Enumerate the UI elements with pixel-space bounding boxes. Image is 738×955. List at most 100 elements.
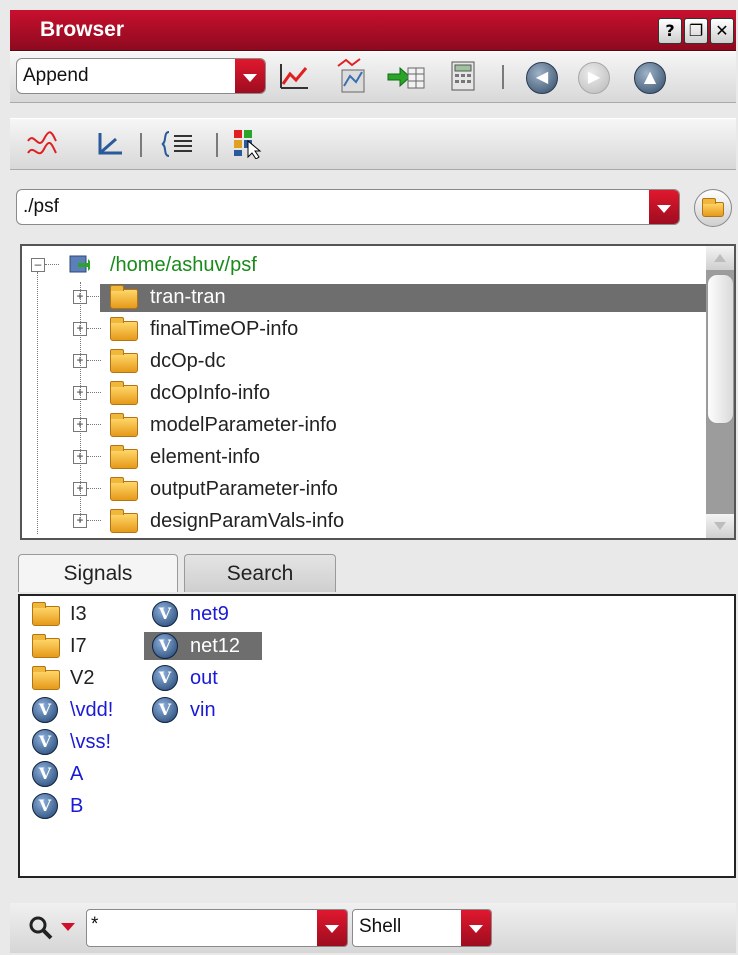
- folder-open-icon: [702, 198, 724, 217]
- axis-icon[interactable]: [94, 129, 124, 159]
- voltage-signal-icon: V: [32, 761, 58, 787]
- list-item[interactable]: V net12: [144, 632, 262, 660]
- chevron-down-icon[interactable]: [317, 910, 347, 946]
- list-item[interactable]: V out: [150, 664, 270, 692]
- arrow-left-icon: ◀: [535, 67, 549, 86]
- arrow-right-icon: ▶: [587, 67, 601, 86]
- signal-label: net12: [190, 635, 241, 657]
- select-grid-icon[interactable]: [232, 127, 266, 159]
- filter-type-dropdown[interactable]: Shell: [352, 909, 492, 947]
- signals-list[interactable]: I3 I7 V2 V \vdd! V \vss! V A V B V net9 …: [18, 594, 736, 878]
- database-icon: [69, 255, 90, 273]
- up-button[interactable]: ▲: [634, 62, 666, 94]
- main-toolbar: Append ◀ ▶ ▲: [10, 51, 736, 103]
- list-item[interactable]: V vin: [150, 696, 270, 724]
- list-item[interactable]: I3: [30, 600, 140, 628]
- signal-label: A: [70, 763, 84, 785]
- folder-icon: [110, 509, 138, 533]
- restore-button[interactable]: ❐: [684, 18, 708, 44]
- arrow-up-icon: ▲: [643, 67, 657, 86]
- folder-icon: [32, 666, 60, 690]
- signal-label: B: [70, 795, 84, 817]
- folder-icon: [110, 413, 138, 437]
- folder-icon: [110, 349, 138, 373]
- scroll-down-button[interactable]: [706, 514, 734, 538]
- list-item[interactable]: V net9: [150, 600, 270, 628]
- open-folder-button[interactable]: [694, 189, 732, 227]
- toolbar-separator: [216, 133, 218, 157]
- tree-item-label: outputParameter-info: [150, 478, 338, 500]
- toolbar-separator: [502, 65, 504, 89]
- secondary-toolbar: [10, 118, 736, 170]
- voltage-signal-icon: V: [152, 697, 178, 723]
- chevron-down-icon[interactable]: [461, 910, 491, 946]
- tree-root[interactable]: – /home/ashuv/psf: [22, 250, 706, 280]
- filter-bar: * Shell: [10, 903, 736, 953]
- stacked-plot-icon[interactable]: [334, 56, 370, 96]
- path-bar: ./psf: [10, 181, 736, 233]
- list-bracket-icon[interactable]: [160, 129, 194, 159]
- append-mode-dropdown[interactable]: Append: [16, 58, 266, 94]
- tree-scrollbar[interactable]: [706, 246, 734, 538]
- folder-icon: [110, 477, 138, 501]
- chevron-down-icon[interactable]: [649, 190, 679, 224]
- window-title: Browser: [40, 18, 125, 41]
- calculator-icon[interactable]: [450, 60, 476, 92]
- tab-search[interactable]: Search: [184, 554, 336, 592]
- signal-label: \vdd!: [70, 699, 114, 721]
- tree-item-label: designParamVals-info: [150, 510, 345, 532]
- tree-item-label: tran-tran: [150, 286, 226, 308]
- waveform-icon[interactable]: [26, 131, 58, 159]
- triangle-up-icon: [714, 254, 726, 262]
- signal-label: \vss!: [70, 731, 112, 753]
- filter-input[interactable]: *: [86, 909, 348, 947]
- folder-icon: [110, 381, 138, 405]
- path-dropdown[interactable]: ./psf: [16, 189, 680, 225]
- scroll-up-button[interactable]: [706, 246, 734, 270]
- back-button[interactable]: ◀: [526, 62, 558, 94]
- list-item[interactable]: V \vss!: [30, 728, 140, 756]
- append-mode-value: Append: [23, 65, 89, 86]
- voltage-signal-icon: V: [32, 729, 58, 755]
- tree-item-label: element-info: [150, 446, 261, 468]
- tree-item[interactable]: + modelParameter-info: [22, 410, 706, 440]
- tree-item-label: finalTimeOP-info: [150, 318, 299, 340]
- list-item[interactable]: I7: [30, 632, 140, 660]
- folder-icon: [32, 634, 60, 658]
- toolbar-separator: [140, 133, 142, 157]
- close-button[interactable]: ✕: [710, 18, 734, 44]
- tree-item[interactable]: + outputParameter-info: [22, 474, 706, 504]
- forward-button[interactable]: ▶: [578, 62, 610, 94]
- send-to-table-icon[interactable]: [386, 62, 426, 92]
- tree-item[interactable]: + dcOpInfo-info: [22, 378, 706, 408]
- tree-item[interactable]: + finalTimeOP-info: [22, 314, 706, 344]
- tab-signals[interactable]: Signals: [18, 554, 178, 592]
- search-icon[interactable]: [28, 915, 54, 941]
- voltage-signal-icon: V: [152, 633, 178, 659]
- path-value: ./psf: [23, 196, 59, 217]
- signal-label: I3: [70, 603, 87, 625]
- scrollbar-thumb[interactable]: [707, 274, 734, 424]
- help-button[interactable]: ?: [658, 18, 682, 44]
- signal-label: I7: [70, 635, 87, 657]
- plot-icon[interactable]: [278, 62, 310, 92]
- signal-label: out: [190, 667, 218, 689]
- collapse-icon[interactable]: –: [31, 258, 45, 272]
- chevron-down-icon[interactable]: [60, 921, 76, 933]
- tree-item[interactable]: + dcOp-dc: [22, 346, 706, 376]
- list-item[interactable]: V A: [30, 760, 140, 788]
- folder-icon: [110, 445, 138, 469]
- tree-item[interactable]: + tran-tran: [22, 282, 706, 312]
- list-item[interactable]: V2: [30, 664, 140, 692]
- tree-item[interactable]: + element-info: [22, 442, 706, 472]
- tree-item[interactable]: + designParamVals-info: [22, 506, 706, 536]
- results-tree[interactable]: – /home/ashuv/psf + tran-tran + finalTim…: [20, 244, 736, 540]
- voltage-signal-icon: V: [32, 697, 58, 723]
- signal-label: net9: [190, 603, 229, 625]
- triangle-down-icon: [714, 522, 726, 530]
- list-item[interactable]: V B: [30, 792, 140, 820]
- tree-item-label: dcOpInfo-info: [150, 382, 271, 404]
- list-item[interactable]: V \vdd!: [30, 696, 140, 724]
- tree-root-label: /home/ashuv/psf: [110, 254, 257, 276]
- chevron-down-icon[interactable]: [235, 59, 265, 93]
